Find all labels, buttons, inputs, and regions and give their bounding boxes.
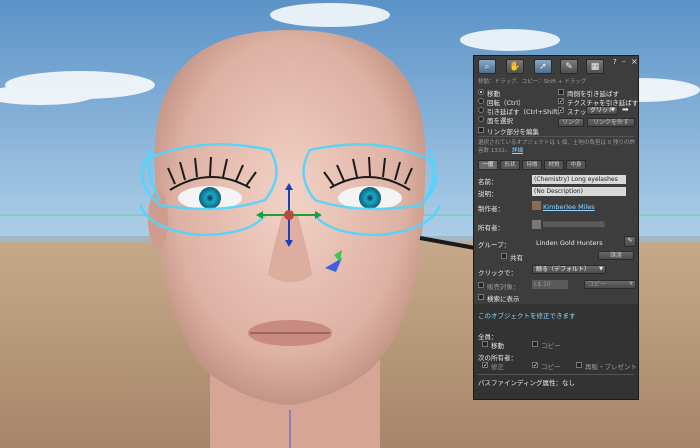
move-tool-button[interactable]: ✋	[506, 59, 524, 74]
create-tool-button[interactable]: ✎	[560, 59, 578, 74]
owner-label: 所有者：	[478, 224, 504, 232]
group-label: グループ：	[478, 241, 511, 249]
tab-material[interactable]: 材質	[544, 160, 564, 170]
details-link[interactable]: 詳細	[512, 148, 523, 154]
share-checkbox[interactable]	[501, 253, 507, 259]
magnifier-icon: ⌕	[484, 61, 490, 72]
selection-info: 選択されているオブジェクトは 1 個、土地の負担は 0 残りの許容数 1332。…	[478, 140, 635, 154]
click-action-label: クリックで：	[478, 269, 517, 277]
move-mode-radio[interactable]	[478, 89, 484, 95]
creator-link[interactable]: Kimberlee Miles	[543, 203, 595, 211]
focus-tool-button[interactable]: ⌕	[478, 59, 496, 74]
creator-avatar	[532, 201, 541, 210]
stretch-textures-checkbox[interactable]: ✓	[558, 98, 564, 105]
name-label: 名前：	[478, 178, 498, 186]
everyone-copy-label: コピー	[541, 342, 561, 350]
wrench-icon: ✎	[627, 237, 633, 244]
group-set-button[interactable]: ✎	[624, 236, 636, 247]
divider	[478, 374, 634, 375]
divider	[478, 136, 634, 137]
land-tool-button[interactable]: ▦	[586, 59, 604, 74]
tab-general[interactable]: 一般	[478, 160, 498, 170]
everyone-copy-checkbox[interactable]	[532, 341, 538, 347]
show-in-search-checkbox[interactable]	[478, 294, 484, 300]
sale-type-dropdown[interactable]: コピー ▼	[584, 280, 636, 289]
rotate-mode-radio[interactable]	[478, 98, 484, 104]
for-sale-label: 販売対象：	[487, 283, 520, 291]
chevron-down-icon: ▼	[599, 266, 603, 272]
help-icon[interactable]: ?	[613, 58, 617, 66]
edit-linked-label: リンク部分を編集	[487, 128, 539, 136]
unlink-button[interactable]: リンクを外す	[587, 118, 635, 127]
next-owner-modify-checkbox[interactable]: ✓	[482, 362, 488, 369]
link-button[interactable]: リンク	[558, 118, 584, 127]
share-label: 共有	[510, 254, 523, 262]
chevron-down-icon: ▼	[629, 281, 633, 287]
tab-contents[interactable]: 中身	[566, 160, 586, 170]
description-label: 説明：	[478, 190, 498, 198]
owner-link[interactable]: ▒▒▒▒▒▒▒▒▒▒▒▒▒▒▒▒	[543, 222, 605, 228]
modify-notice: このオブジェクトを修正できます	[478, 312, 576, 320]
click-action-dropdown[interactable]: 触る（デフォルト） ▼	[532, 265, 606, 274]
chevron-down-icon: ▼	[611, 107, 615, 113]
pathfinding-value: なし	[562, 379, 575, 387]
tab-shape[interactable]: 形状	[500, 160, 520, 170]
build-tool-panel: ⌕ ✋ ➚ ✎ ▦ ? – × 移動：ドラッグ、コピー：Shift + ドラッグ…	[473, 55, 639, 400]
select-face-radio[interactable]	[478, 116, 484, 122]
edit-tool-button[interactable]: ➚	[534, 59, 552, 74]
next-owner-copy-checkbox[interactable]: ✓	[532, 362, 538, 369]
for-sale-checkbox[interactable]	[478, 282, 484, 288]
arrow-right-icon[interactable]: ➡	[622, 105, 629, 114]
group-name: Linden Gold Hunters	[536, 239, 603, 247]
minimize-icon[interactable]: –	[622, 57, 626, 65]
everyone-move-checkbox[interactable]	[482, 341, 488, 347]
deed-button[interactable]: 譲渡	[598, 251, 634, 260]
next-owner-transfer-checkbox[interactable]	[576, 362, 582, 368]
next-owner-modify-label: 修正	[491, 363, 504, 371]
pathfinding-label: パスファインディング属性：	[478, 379, 563, 387]
drag-hint: 移動：ドラッグ、コピー：Shift + ドラッグ	[478, 79, 587, 85]
next-owner-transfer-label: 再販・プレゼント	[585, 363, 637, 371]
stretch-mode-radio[interactable]	[478, 107, 484, 113]
select-face-label: 面を選択	[487, 117, 513, 125]
everyone-move-label: 移動	[491, 342, 504, 350]
pointer-icon: ➚	[539, 61, 547, 72]
bulldozer-icon: ▦	[590, 61, 600, 72]
stretch-both-checkbox[interactable]	[558, 89, 564, 95]
hand-icon: ✋	[509, 61, 521, 72]
wand-icon: ✎	[565, 61, 573, 72]
snap-checkbox[interactable]: ✓	[558, 107, 564, 114]
description-field[interactable]: (No Description)	[532, 187, 626, 196]
next-owner-copy-label: コピー	[541, 363, 561, 371]
close-icon[interactable]: ×	[631, 57, 638, 66]
creator-label: 制作者：	[478, 205, 504, 213]
price-field[interactable]: L$ 10	[532, 280, 568, 289]
show-in-search-label: 検索に表示	[487, 295, 520, 303]
tab-features[interactable]: 特徴	[522, 160, 542, 170]
name-field[interactable]: (Chemistry) Long eyelashes	[532, 175, 626, 184]
owner-avatar	[532, 220, 541, 229]
snap-mode-dropdown[interactable]: グリッド ▼	[586, 106, 618, 115]
edit-linked-checkbox[interactable]	[478, 127, 484, 133]
